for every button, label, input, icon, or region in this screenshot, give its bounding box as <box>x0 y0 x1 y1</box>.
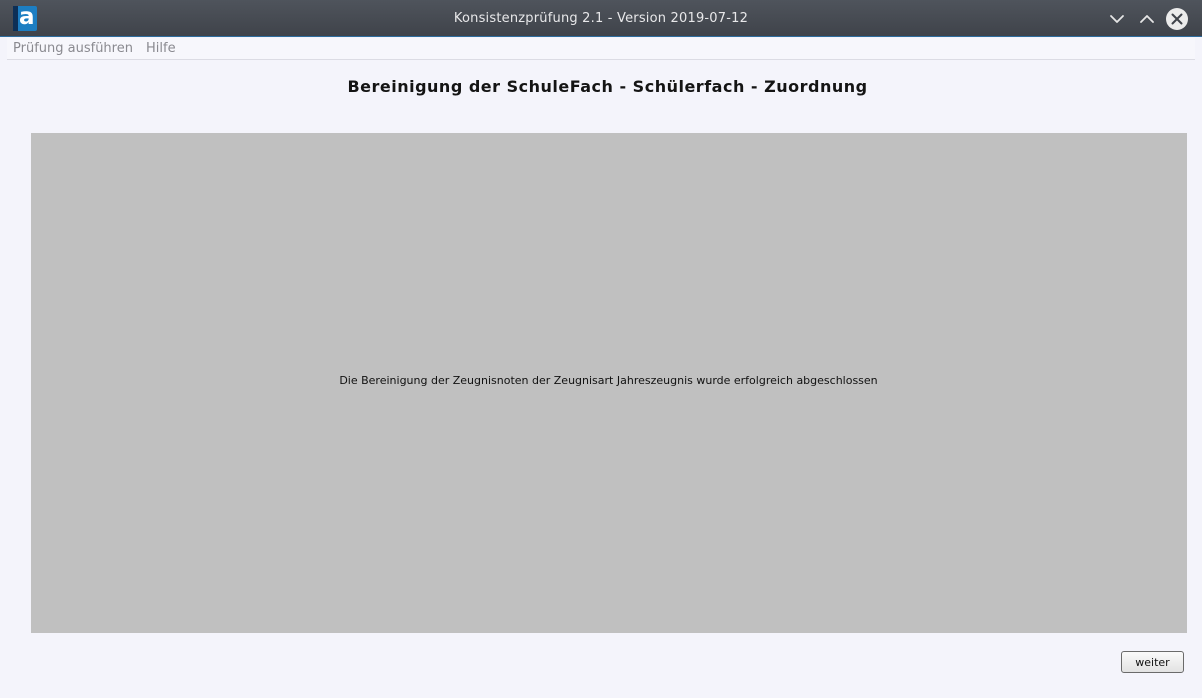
menu-bar: Prüfung ausführen Hilfe <box>7 38 1195 60</box>
title-bar: a Konsistenzprüfung 2.1 - Version 2019-0… <box>0 0 1202 37</box>
weiter-button[interactable]: weiter <box>1121 651 1184 673</box>
menu-pruefung-ausfuehren[interactable]: Prüfung ausführen <box>13 38 133 59</box>
result-message: Die Bereinigung der Zeugnisnoten der Zeu… <box>339 374 878 387</box>
close-button[interactable] <box>1165 7 1189 31</box>
maximize-button[interactable] <box>1135 7 1159 31</box>
window-title: Konsistenzprüfung 2.1 - Version 2019-07-… <box>453 11 749 26</box>
menu-hilfe[interactable]: Hilfe <box>146 38 176 59</box>
close-icon <box>1166 8 1188 30</box>
minimize-button[interactable] <box>1105 7 1129 31</box>
page-title: Bereinigung der SchuleFach - Schülerfach… <box>347 77 868 96</box>
chevron-up-icon <box>1140 15 1154 23</box>
result-panel: Die Bereinigung der Zeugnisnoten der Zeu… <box>31 133 1187 633</box>
chevron-down-icon <box>1110 15 1124 23</box>
